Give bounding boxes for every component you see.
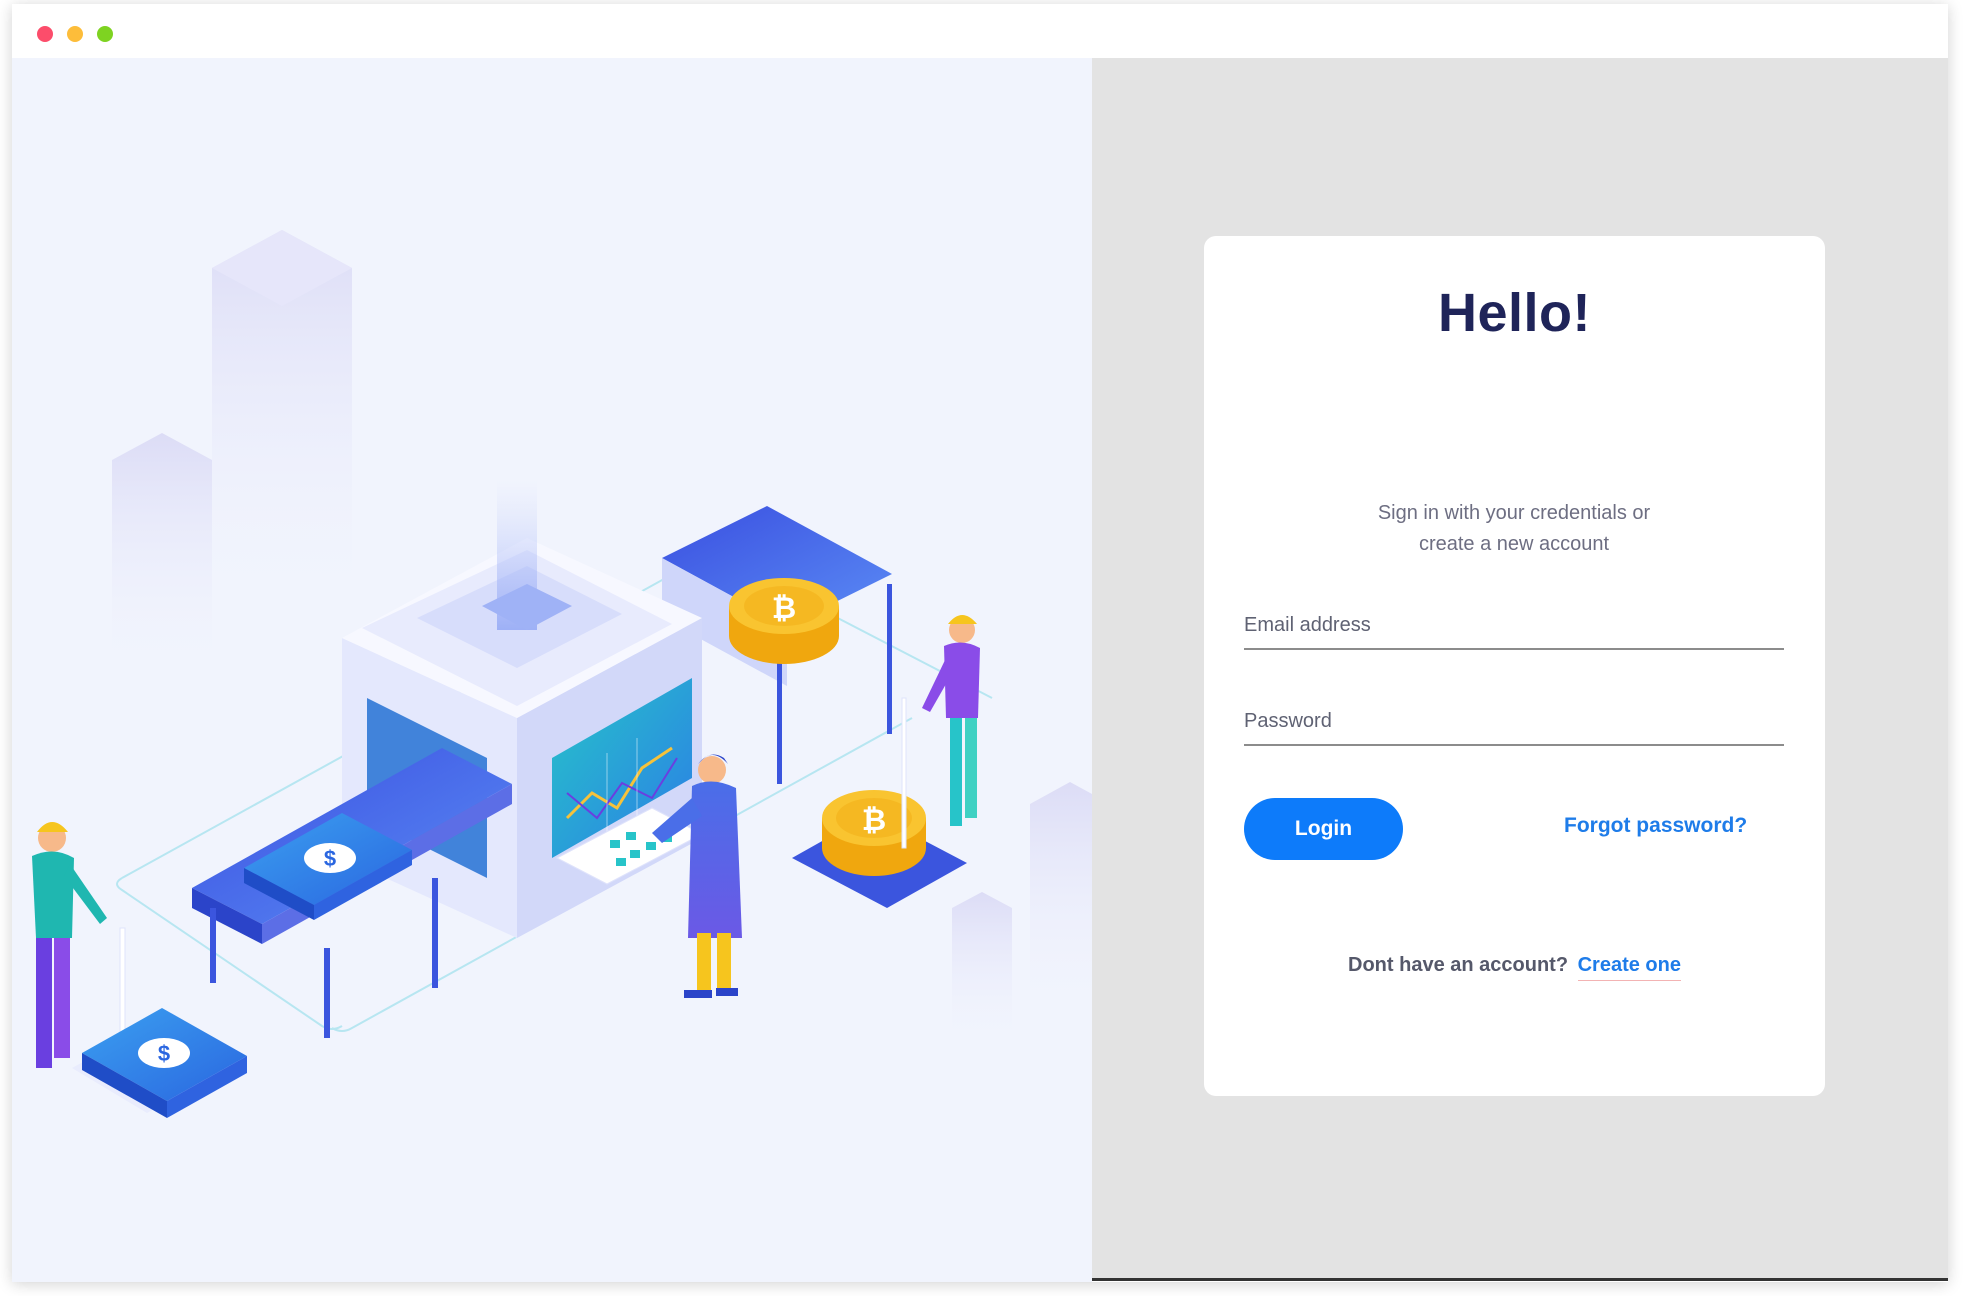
login-button[interactable]: Login [1244,798,1403,860]
email-field[interactable] [1244,602,1784,650]
forgot-password-link[interactable]: Forgot password? [1564,814,1747,838]
maximize-window-button[interactable] [97,26,113,42]
login-card: Hello! Sign in with your credentials or … [1204,236,1825,1096]
login-subtitle: Sign in with your credentials or create … [1377,502,1651,555]
title-bar [12,4,1948,59]
close-window-button[interactable] [37,26,53,42]
minimize-window-button[interactable] [67,26,83,42]
illustration-panel: $ ₿ ₿ $ [12,58,1092,1282]
signup-prompt: Dont have an account? [1348,954,1569,976]
page-title: Hello! [1437,283,1591,343]
app-window: $ ₿ ₿ $ Hello! Sign in with your credent… [12,4,1948,1282]
bill-dollar-sign-2: $ [158,1041,170,1066]
coin-bitcoin-symbol: ₿ [772,592,796,625]
money-machine-illustration: $ ₿ ₿ $ [32,230,1092,1118]
create-account-link[interactable]: Create one [1577,954,1681,981]
bitcoin-coins: ₿ ₿ [729,578,967,908]
bill-dollar-sign: $ [324,846,336,871]
signup-row: Dont have an account? Create one [1204,954,1825,981]
coin-bitcoin-symbol-2: ₿ [862,804,886,837]
login-panel: Hello! Sign in with your credentials or … [1092,58,1948,1281]
password-field[interactable] [1244,698,1784,746]
